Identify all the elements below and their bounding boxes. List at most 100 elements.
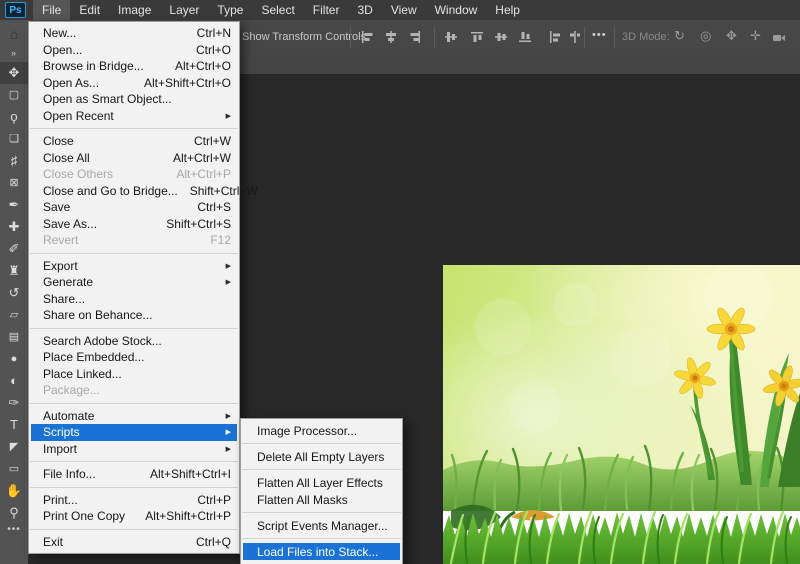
expand-toolbar-icon[interactable]: » (0, 48, 28, 58)
menubar-item-type[interactable]: Type (208, 0, 252, 20)
menu-item-save[interactable]: Save Ctrl+S (29, 199, 239, 216)
edit-toolbar-icon[interactable]: ••• (0, 524, 28, 538)
show-transform-controls-label[interactable]: Show Transform Controls (242, 31, 366, 43)
menu-item-search-adobe-stock[interactable]: Search Adobe Stock... (29, 333, 239, 350)
menubar-item-filter[interactable]: Filter (304, 0, 349, 20)
menu-item-generate[interactable]: Generate ▶ (29, 274, 239, 291)
menubar-item-edit[interactable]: Edit (70, 0, 109, 20)
menu-separator (30, 252, 238, 254)
menubar-item-help[interactable]: Help (486, 0, 529, 20)
menu-item-import[interactable]: Import ▶ (29, 441, 239, 458)
menu-item-load-multiple-dicom-files[interactable]: Load Multiple DICOM Files... (241, 560, 410, 564)
menu-item-close-all[interactable]: Close All Alt+Ctrl+W (29, 150, 239, 167)
menubar-item-file[interactable]: File (33, 0, 71, 20)
menu-shortcut: F12 (210, 233, 231, 248)
menu-item-image-processor[interactable]: Image Processor... (241, 422, 402, 439)
menu-item-place-linked[interactable]: Place Linked... (29, 366, 239, 383)
menu-item-new[interactable]: New... Ctrl+N (29, 25, 239, 42)
menu-item-print-one-copy[interactable]: Print One Copy Alt+Shift+Ctrl+P (29, 508, 239, 525)
menu-separator (30, 327, 238, 329)
dodge-tool-icon[interactable]: ◐ (0, 370, 28, 392)
3d-slide-icon: ✛ (750, 28, 761, 43)
divider (434, 27, 435, 48)
divider (584, 27, 585, 48)
history-brush-tool-icon[interactable]: ↺ (0, 282, 28, 304)
menu-shortcut: Alt+Shift+Ctrl+O (143, 75, 231, 90)
menu-item-file-info[interactable]: File Info... Alt+Shift+Ctrl+I (29, 466, 239, 483)
align-right-edges-icon[interactable] (408, 30, 422, 44)
menu-item-save-as[interactable]: Save As... Shift+Ctrl+S (29, 216, 239, 233)
menubar-item-3d[interactable]: 3D (348, 0, 381, 20)
submenu-arrow-icon: ▶ (225, 279, 231, 287)
align-left-edges-icon[interactable] (360, 30, 374, 44)
distribute-bottom-edges-icon[interactable] (518, 30, 532, 44)
menu-item-load-files-into-stack[interactable]: Load Files into Stack... (243, 543, 400, 560)
menu-item-automate[interactable]: Automate ▶ (29, 408, 239, 425)
submenu-arrow-icon: ▶ (225, 445, 231, 453)
eyedropper-tool-icon[interactable]: ✒ (0, 194, 28, 216)
menu-shortcut: Ctrl+W (194, 134, 231, 149)
menubar-item-window[interactable]: Window (426, 0, 487, 20)
distribute-vertical-centers-icon[interactable] (494, 30, 508, 44)
crop-tool-icon[interactable]: ♯ (0, 150, 28, 172)
menubar-item-image[interactable]: Image (109, 0, 160, 20)
slice-tool-icon[interactable]: ⊠ (0, 172, 28, 194)
menu-shortcut: Alt+Ctrl+W (172, 150, 231, 165)
menubar-item-select[interactable]: Select (252, 0, 303, 20)
zoom-tool-icon[interactable]: ⚲ (0, 502, 28, 524)
menu-item-flatten-all-masks[interactable]: Flatten All Masks (241, 491, 402, 508)
pen-tool-icon[interactable]: ✑ (0, 392, 28, 414)
type-tool-icon[interactable]: T (0, 414, 28, 436)
move-tool[interactable]: ✥ (0, 62, 28, 84)
menu-item-close-and-go-to-bridge[interactable]: Close and Go to Bridge... Shift+Ctrl+W (29, 183, 258, 200)
menu-item-place-embedded[interactable]: Place Embedded... (29, 349, 239, 366)
home-icon[interactable]: ⌂ (0, 26, 28, 42)
menu-item-share[interactable]: Share... (29, 291, 239, 308)
menu-item-open[interactable]: Open... Ctrl+O (29, 42, 239, 59)
rectangular-marquee-tool-icon[interactable]: ▢ (0, 84, 28, 106)
menu-item-delete-all-empty-layers[interactable]: Delete All Empty Layers (241, 448, 402, 465)
menu-item-open-as[interactable]: Open As... Alt+Shift+Ctrl+O (29, 75, 239, 92)
brush-tool-icon[interactable]: ✐ (0, 238, 28, 260)
menu-item-script-events-manager[interactable]: Script Events Manager... (241, 517, 402, 534)
menu-item-print[interactable]: Print... Ctrl+P (29, 492, 239, 509)
submenu-arrow-icon: ▶ (225, 112, 231, 120)
menu-item-flatten-all-layer-effects[interactable]: Flatten All Layer Effects (241, 474, 402, 491)
hand-tool-icon[interactable]: ✋ (0, 480, 28, 502)
menu-item-open-as-smart-object[interactable]: Open as Smart Object... (29, 91, 239, 108)
path-selection-tool-icon[interactable]: ◤ (0, 436, 28, 458)
spot-healing-brush-tool-icon[interactable]: ✚ (0, 216, 28, 238)
menu-item-share-on-behance[interactable]: Share on Behance... (29, 307, 239, 324)
menubar-item-layer[interactable]: Layer (160, 0, 208, 20)
align-vertical-centers-icon[interactable] (444, 30, 458, 44)
menu-item-export[interactable]: Export ▶ (29, 258, 239, 275)
object-selection-tool-icon[interactable]: ❏ (0, 128, 28, 150)
blur-tool-icon[interactable]: ● (0, 348, 28, 370)
menu-separator (30, 128, 238, 129)
menu-item-browse-in-bridge[interactable]: Browse in Bridge... Alt+Ctrl+O (29, 58, 239, 75)
menubar-item-view[interactable]: View (382, 0, 426, 20)
menu-shortcut: Ctrl+P (197, 492, 231, 507)
menu-item-exit[interactable]: Exit Ctrl+Q (29, 534, 239, 551)
rectangle-tool-icon[interactable]: ▭ (0, 458, 28, 480)
menu-item-scripts[interactable]: Scripts ▶ (31, 424, 237, 441)
distribute-horizontal-centers-icon[interactable] (568, 30, 582, 44)
3d-roll-icon: ◎ (700, 28, 712, 43)
menu-shortcut: Alt+Ctrl+O (174, 59, 231, 74)
distribute-top-edges-icon[interactable] (470, 30, 484, 44)
more-options-button[interactable]: ••• (592, 29, 607, 41)
photoshop-window: { "menubar": { "logo": "Ps", "items": ["… (0, 0, 800, 564)
scripts-submenu: Image Processor... Delete All Empty Laye… (240, 418, 410, 564)
3d-camera-zoom-icon (773, 35, 785, 41)
menu-item-open-recent[interactable]: Open Recent ▶ (29, 108, 239, 125)
menu-item-close[interactable]: Close Ctrl+W (29, 133, 239, 150)
distribute-left-edges-icon[interactable] (548, 30, 562, 44)
menu-separator (242, 538, 401, 539)
menu-separator (30, 402, 238, 404)
lasso-tool-icon[interactable]: ϙ (0, 106, 28, 128)
clone-stamp-tool-icon[interactable]: ♜ (0, 260, 28, 282)
align-horizontal-centers-icon[interactable] (384, 30, 398, 44)
gradient-tool-icon[interactable]: ▤ (0, 326, 28, 348)
menu-separator (30, 528, 238, 530)
eraser-tool-icon[interactable]: ▱ (0, 304, 28, 326)
